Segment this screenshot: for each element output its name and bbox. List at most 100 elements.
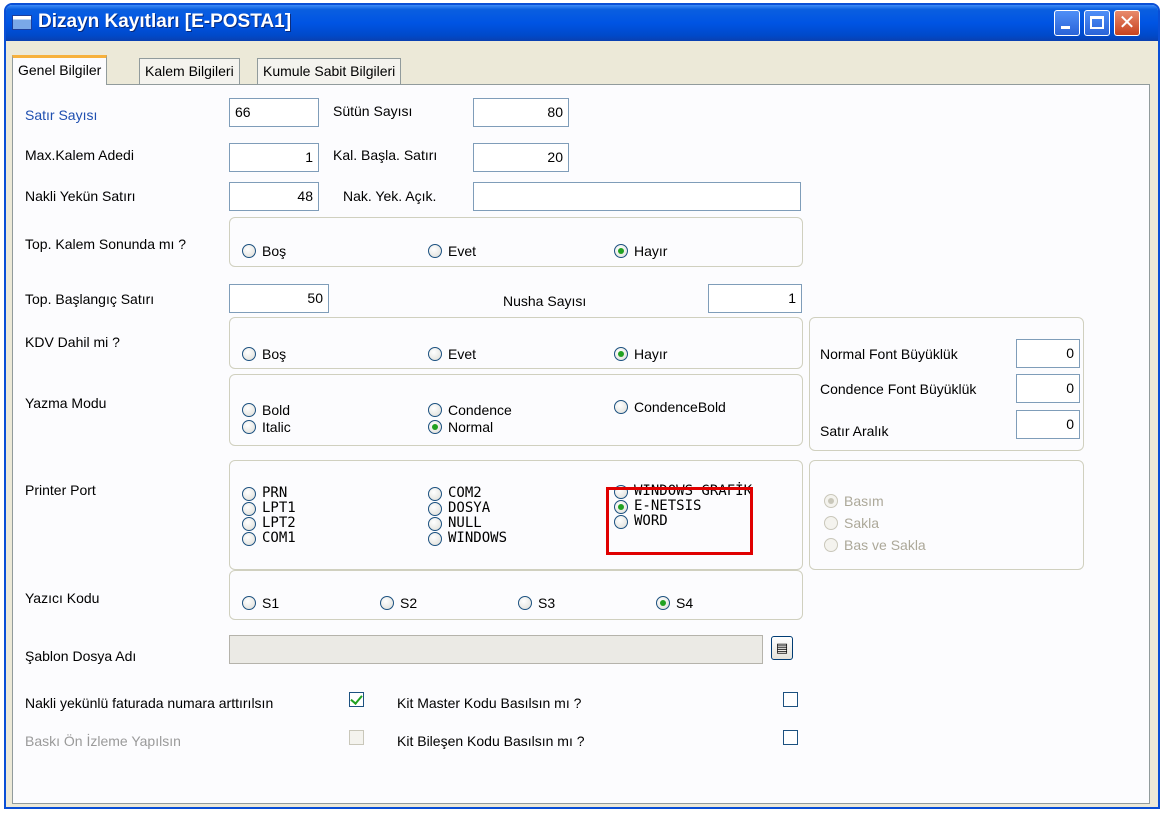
radio-icon <box>428 487 442 501</box>
port-radio-windows[interactable]: WINDOWS <box>428 531 507 546</box>
radio-icon <box>614 400 628 414</box>
radio-selected-icon <box>656 596 670 610</box>
radio-icon <box>242 502 256 516</box>
port-radio-prn[interactable]: PRN <box>242 486 287 501</box>
close-icon: ✕ <box>1118 12 1136 34</box>
yazici-radio-s1[interactable]: S1 <box>242 595 279 611</box>
tab-kumule-sabit-bilgileri[interactable]: Kumule Sabit Bilgileri <box>257 58 402 84</box>
radio-icon <box>242 517 256 531</box>
radio-icon <box>242 532 256 546</box>
basim-radio-basim: Basım <box>824 493 884 509</box>
kit-bilesen-label: Kit Bileşen Kodu Basılsın mı ? <box>397 733 585 749</box>
yazma-radio-normal[interactable]: Normal <box>428 419 493 435</box>
port-radio-lpt2[interactable]: LPT2 <box>242 516 296 531</box>
radio-icon <box>428 517 442 531</box>
baski-onizleme-label: Baskı Ön İzleme Yapılsın <box>25 733 181 749</box>
normal-font-label: Normal Font Büyüklük <box>820 346 958 362</box>
radio-icon <box>428 244 442 258</box>
condence-font-input[interactable]: 0 <box>1016 374 1080 403</box>
radio-selected-icon <box>428 420 442 434</box>
radio-icon <box>242 420 256 434</box>
port-radio-com2[interactable]: COM2 <box>428 486 482 501</box>
nusha-sayisi-label: Nusha Sayısı <box>503 293 587 309</box>
radio-icon <box>824 516 838 530</box>
radio-icon <box>242 596 256 610</box>
tab-strip: Genel Bilgiler Kalem Bilgileri Kumule Sa… <box>6 55 1158 85</box>
max-kalem-adedi-input[interactable]: 1 <box>229 143 319 172</box>
document-icon: ▤ <box>775 640 789 655</box>
top-kalem-radio-bos[interactable]: Boş <box>242 243 286 259</box>
radio-selected-icon <box>614 244 628 258</box>
kit-master-checkbox[interactable] <box>783 692 798 707</box>
nak-yek-acik-input[interactable] <box>473 182 801 211</box>
yazma-radio-italic[interactable]: Italic <box>242 419 291 435</box>
basim-radio-bas-ve-sakla: Bas ve Sakla <box>824 537 926 553</box>
kdv-radio-hayir[interactable]: Hayır <box>614 346 667 362</box>
radio-selected-icon <box>614 347 628 361</box>
basim-group: Basım Sakla Bas ve Sakla <box>809 460 1084 570</box>
sablon-dosya-label: Şablon Dosya Adı <box>25 648 137 664</box>
port-radio-lpt1[interactable]: LPT1 <box>242 501 296 516</box>
maximize-button[interactable] <box>1084 10 1110 36</box>
kal-basla-satiri-label: Kal. Başla. Satırı <box>333 147 438 163</box>
port-radio-null[interactable]: NULL <box>428 516 482 531</box>
yazma-radio-condence[interactable]: Condence <box>428 402 512 418</box>
nakli-yekun-arttir-checkbox[interactable] <box>349 692 364 707</box>
yazici-radio-s2[interactable]: S2 <box>380 595 417 611</box>
top-baslangic-satiri-label: Top. Başlangıç Satırı <box>25 291 155 307</box>
radio-icon <box>242 347 256 361</box>
tab-kalem-bilgileri[interactable]: Kalem Bilgileri <box>139 58 240 84</box>
basim-radio-sakla: Sakla <box>824 515 879 531</box>
maximize-icon <box>1090 16 1104 29</box>
radio-icon <box>428 403 442 417</box>
minimize-button[interactable] <box>1054 10 1080 36</box>
yazma-radio-condencebold[interactable]: CondenceBold <box>614 399 726 415</box>
kdv-dahil-group: Boş Evet Hayır <box>229 317 803 369</box>
satir-aralik-input[interactable]: 0 <box>1016 410 1080 439</box>
radio-icon <box>242 487 256 501</box>
top-kalem-sonunda-label: Top. Kalem Sonunda mı ? <box>25 236 187 252</box>
kdv-radio-bos[interactable]: Boş <box>242 346 286 362</box>
satir-sayisi-input[interactable]: 66 <box>229 98 319 127</box>
font-settings-group: Normal Font Büyüklük 0 Condence Font Büy… <box>809 317 1084 451</box>
radio-icon <box>428 532 442 546</box>
nak-yek-acik-label: Nak. Yek. Açık. <box>343 188 437 204</box>
yazma-radio-bold[interactable]: Bold <box>242 402 290 418</box>
radio-icon <box>428 502 442 516</box>
kit-master-label: Kit Master Kodu Basılsın mı ? <box>397 695 582 711</box>
radio-icon <box>428 347 442 361</box>
normal-font-input[interactable]: 0 <box>1016 339 1080 368</box>
highlight-annotation <box>606 487 753 555</box>
top-kalem-radio-hayir[interactable]: Hayır <box>614 243 667 259</box>
condence-font-label: Condence Font Büyüklük <box>820 381 977 397</box>
radio-icon <box>824 538 838 552</box>
minimize-icon <box>1061 26 1070 29</box>
max-kalem-adedi-label: Max.Kalem Adedi <box>25 147 134 163</box>
sutun-sayisi-input[interactable]: 80 <box>473 98 569 127</box>
printer-port-label: Printer Port <box>25 482 96 498</box>
window-icon <box>12 15 32 30</box>
top-baslangic-satiri-input[interactable]: 50 <box>229 284 329 313</box>
kit-bilesen-checkbox[interactable] <box>783 730 798 745</box>
nakli-yekun-satiri-input[interactable]: 48 <box>229 182 319 211</box>
yazici-radio-s3[interactable]: S3 <box>518 595 555 611</box>
yazma-modu-group: Bold Italic Condence Normal CondenceBold <box>229 374 803 446</box>
satir-aralik-label: Satır Aralık <box>820 423 889 439</box>
tab-genel-bilgiler[interactable]: Genel Bilgiler <box>12 55 108 85</box>
kdv-radio-evet[interactable]: Evet <box>428 346 476 362</box>
close-button[interactable]: ✕ <box>1114 10 1140 36</box>
port-radio-com1[interactable]: COM1 <box>242 531 296 546</box>
yazici-radio-s4[interactable]: S4 <box>656 595 693 611</box>
yazma-modu-label: Yazma Modu <box>25 395 107 411</box>
kal-basla-satiri-input[interactable]: 20 <box>473 143 569 172</box>
nusha-sayisi-input[interactable]: 1 <box>708 284 802 313</box>
port-radio-dosya[interactable]: DOSYA <box>428 501 490 516</box>
radio-selected-icon <box>824 494 838 508</box>
yazici-kodu-group: S1 S2 S3 S4 <box>229 570 803 620</box>
nakli-yekun-arttir-label: Nakli yekünlü faturada numara arttırılsı… <box>25 695 274 711</box>
baski-onizleme-checkbox <box>349 730 364 745</box>
top-kalem-radio-evet[interactable]: Evet <box>428 243 476 259</box>
sablon-dosya-input[interactable] <box>229 635 763 664</box>
browse-file-button[interactable]: ▤ <box>771 636 793 660</box>
title-bar[interactable]: Dizayn Kayıtları [E-POSTA1] ✕ <box>6 5 1158 41</box>
